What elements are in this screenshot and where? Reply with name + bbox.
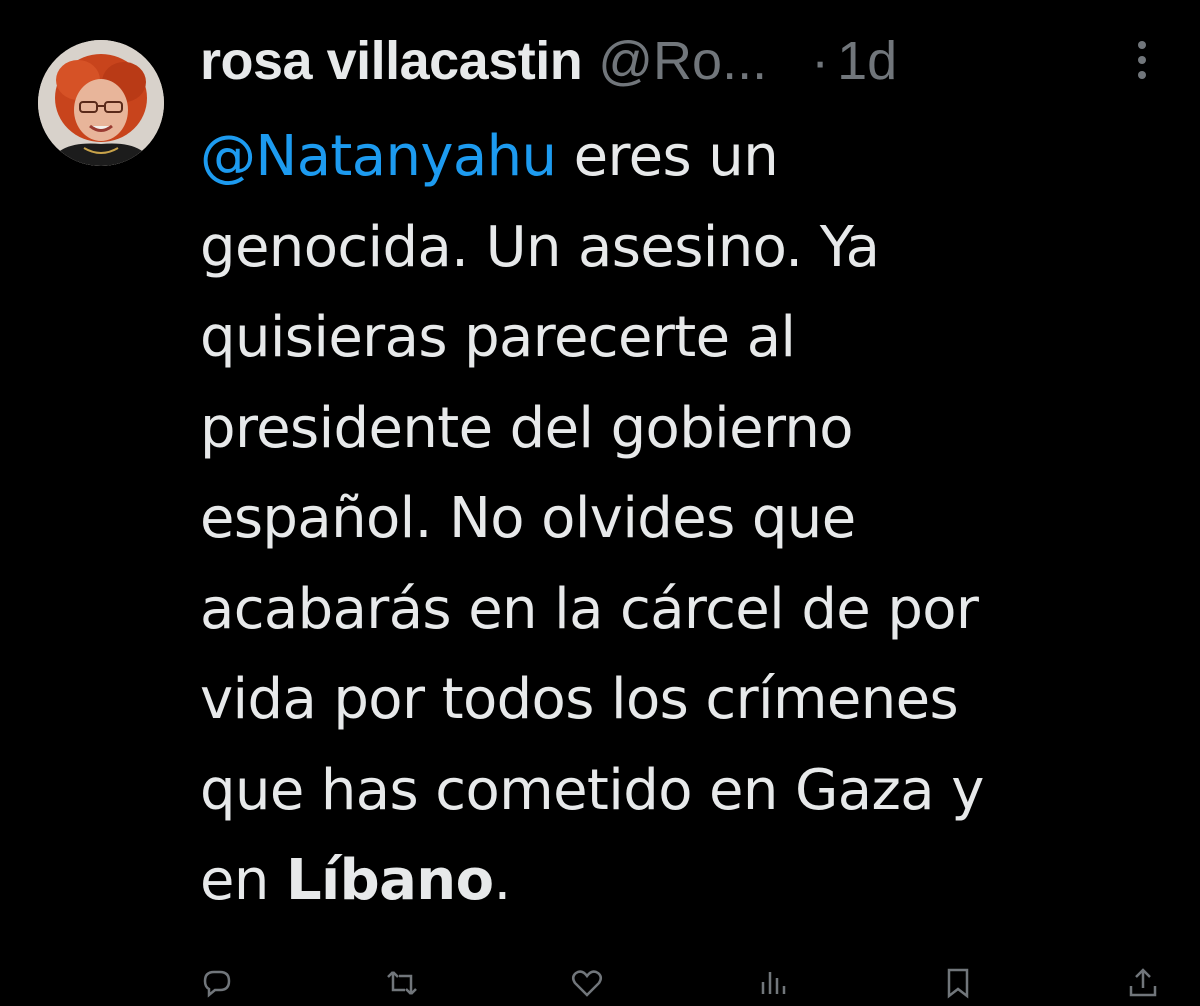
tweet-text-line: acabarás en la cárcel de por [200, 576, 979, 642]
tweet-timestamp[interactable]: 1d [837, 30, 897, 92]
tweet-text: @Natanyahu eres un genocida. Un asesino.… [200, 112, 1160, 927]
tweet-text-bold-segment: Líbano [285, 848, 494, 913]
tweet-text-line: quisieras parecerte al [200, 305, 796, 370]
tweet-actions [200, 966, 1160, 1006]
avatar[interactable] [38, 40, 164, 166]
author-handle[interactable]: @Ro... [598, 30, 767, 92]
tweet-text-line: en Líbano. [200, 836, 1160, 927]
more-horizontal-icon[interactable] [1122, 30, 1162, 90]
tweet-text-segment: eres un [556, 124, 779, 189]
tweet-text-segment: . [493, 848, 511, 913]
tweet-header: rosa villacastin @Ro... · 1d [200, 26, 1160, 96]
tweet[interactable]: rosa villacastin @Ro... · 1d @Natanyahu … [0, 0, 1200, 999]
repost-icon[interactable] [385, 966, 419, 1000]
mention-link[interactable]: @Natanyahu [200, 124, 557, 189]
share-icon[interactable] [1126, 966, 1160, 1000]
tweet-text-line: presidente del gobierno [200, 395, 854, 461]
like-icon[interactable] [570, 966, 604, 1000]
header-separator: · [811, 31, 830, 91]
tweet-text-segment: en [200, 848, 286, 913]
bookmark-icon[interactable] [941, 966, 975, 1000]
tweet-text-line: vida por todos los crímenes [200, 667, 959, 732]
tweet-text-line: español. No olvides que [200, 486, 856, 551]
reply-icon[interactable] [200, 966, 234, 1000]
author-display-name[interactable]: rosa villacastin [200, 30, 583, 92]
tweet-text-line: que has cometido en Gaza y [200, 757, 984, 823]
tweet-text-line: @Natanyahu eres un [200, 112, 1160, 203]
views-icon[interactable] [756, 966, 790, 1000]
tweet-text-line: genocida. Un asesino. Ya [200, 214, 880, 280]
